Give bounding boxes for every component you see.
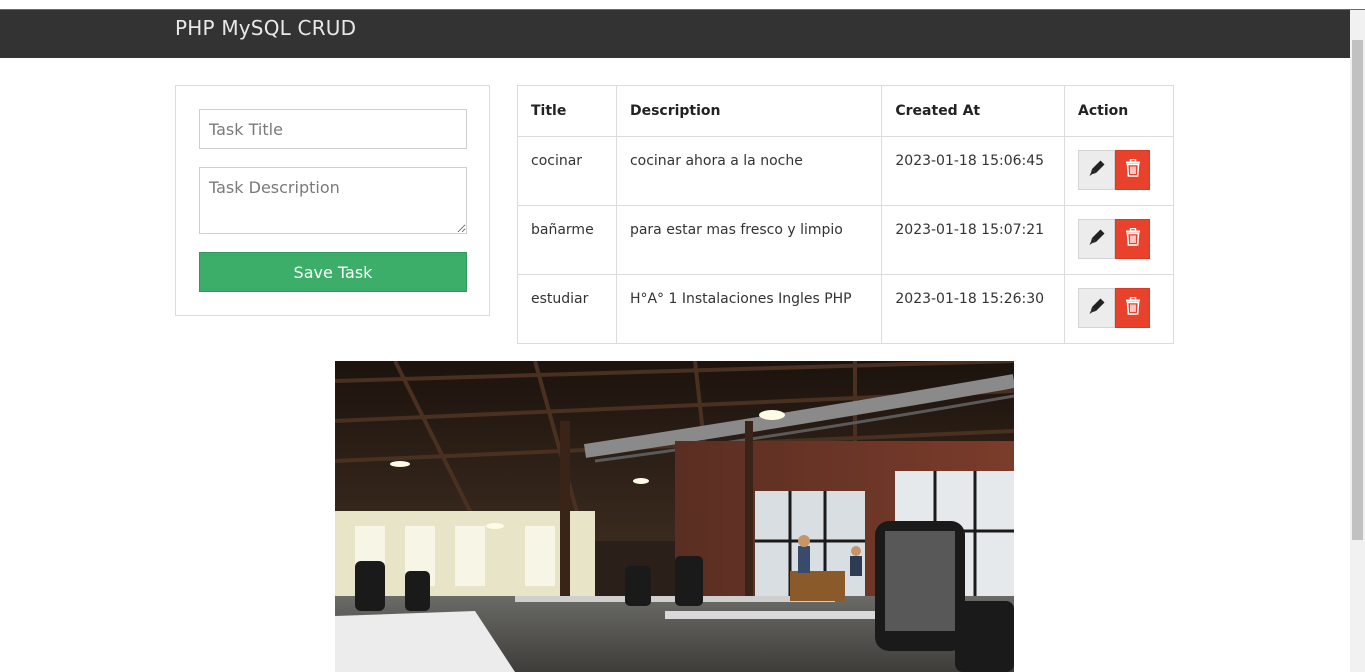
trash-icon — [1125, 158, 1141, 181]
office-photo — [335, 361, 1014, 672]
cell-description: H°A° 1 Instalaciones Ingles PHP — [615, 274, 883, 344]
table-row: bañarme para estar mas fresco y limpio 2… — [517, 205, 1174, 275]
delete-button[interactable] — [1115, 288, 1151, 328]
cell-actions — [1064, 136, 1174, 206]
cell-created-at: 2023-01-18 15:26:30 — [881, 274, 1066, 344]
cell-title: cocinar — [517, 136, 617, 206]
delete-button[interactable] — [1115, 219, 1151, 259]
cell-description: para estar mas fresco y limpio — [615, 205, 883, 275]
save-task-button[interactable]: Save Task — [199, 252, 467, 292]
table-row: estudiar H°A° 1 Instalaciones Ingles PHP… — [517, 274, 1174, 344]
task-description-input[interactable] — [199, 167, 467, 234]
header-created-at: Created At — [881, 85, 1066, 137]
navbar: PHP MySQL CRUD — [0, 10, 1350, 58]
cell-description: cocinar ahora a la noche — [615, 136, 883, 206]
header-action: Action — [1064, 85, 1174, 137]
cell-created-at: 2023-01-18 15:06:45 — [881, 136, 1066, 206]
cell-actions — [1064, 274, 1174, 344]
navbar-brand[interactable]: PHP MySQL CRUD — [175, 16, 356, 40]
delete-button[interactable] — [1115, 150, 1151, 190]
trash-icon — [1125, 296, 1141, 319]
table-header-row: Title Description Created At Action — [517, 85, 1174, 137]
cell-created-at: 2023-01-18 15:07:21 — [881, 205, 1066, 275]
cell-title: bañarme — [517, 205, 617, 275]
table-row: cocinar cocinar ahora a la noche 2023-01… — [517, 136, 1174, 206]
trash-icon — [1125, 227, 1141, 250]
header-description: Description — [615, 85, 883, 137]
edit-button[interactable] — [1078, 288, 1116, 328]
office-photo-illustration — [335, 361, 1014, 672]
scrollbar-thumb[interactable] — [1352, 40, 1363, 540]
marker-icon — [1088, 297, 1106, 319]
browser-top-strip — [0, 0, 1365, 10]
edit-button[interactable] — [1078, 219, 1116, 259]
task-title-input[interactable] — [199, 109, 467, 149]
marker-icon — [1088, 159, 1106, 181]
marker-icon — [1088, 228, 1106, 250]
edit-button[interactable] — [1078, 150, 1116, 190]
cell-title: estudiar — [517, 274, 617, 344]
page-scrollbar[interactable] — [1350, 10, 1365, 672]
tasks-table: Title Description Created At Action coci… — [517, 85, 1174, 344]
task-form-card: Save Task — [175, 85, 490, 316]
header-title: Title — [517, 85, 617, 137]
cell-actions — [1064, 205, 1174, 275]
